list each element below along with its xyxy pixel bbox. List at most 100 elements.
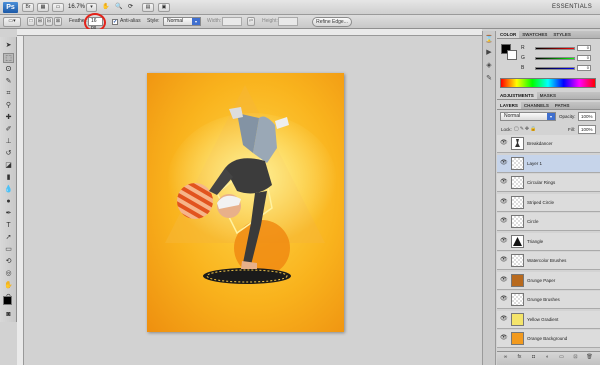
arrange-documents-button[interactable]: ▤ — [142, 3, 154, 12]
tab-masks[interactable]: MASKS — [537, 92, 559, 99]
layer-row[interactable]: 👁 Yellow Gradient — [497, 310, 600, 329]
layer-row[interactable]: 👁 Triangle — [497, 232, 600, 251]
visibility-eye-icon[interactable]: 👁 — [500, 160, 508, 167]
brush-tool-icon[interactable]: ✐ — [3, 125, 14, 135]
zoom-level-button[interactable]: ▭ — [52, 3, 64, 12]
adjustment-layer-icon[interactable]: ◐ — [544, 354, 551, 361]
gradient-tool-icon[interactable]: ▮ — [3, 173, 14, 183]
opacity-input[interactable]: 100% — [578, 112, 596, 121]
actions-panel-icon[interactable]: ▶ — [484, 48, 494, 58]
visibility-eye-icon[interactable]: 👁 — [500, 140, 508, 147]
history-brush-tool-icon[interactable]: ↺ — [3, 149, 14, 159]
anti-alias-checkbox[interactable]: ✓ — [112, 19, 118, 25]
eraser-tool-icon[interactable]: ◪ — [3, 161, 14, 171]
blue-value[interactable]: 0 — [577, 65, 591, 71]
layer-row[interactable]: 👁 Circular Rings — [497, 174, 600, 192]
rotate-view-icon[interactable]: ⟳ — [128, 3, 133, 12]
add-selection-icon[interactable]: ⊞ — [36, 17, 44, 26]
lock-icons[interactable]: ▢✎✥🔒 — [514, 126, 537, 133]
foreground-color-swatch[interactable] — [3, 296, 12, 305]
new-selection-icon[interactable]: □ — [27, 17, 35, 26]
move-tool-icon[interactable]: ➤ — [3, 41, 14, 51]
tab-paths[interactable]: PATHS — [552, 102, 573, 109]
dodge-tool-icon[interactable]: ● — [3, 197, 14, 207]
tab-color[interactable]: COLOR — [497, 31, 520, 38]
3d-orbit-tool-icon[interactable]: ◎ — [3, 269, 14, 279]
layer-row[interactable]: 👁 Grunge Paper — [497, 271, 600, 290]
intersect-selection-icon[interactable]: ⊠ — [54, 17, 62, 26]
view-extras-button[interactable]: ▦ — [37, 3, 49, 12]
fill-input[interactable]: 100% — [578, 125, 596, 134]
3d-rotate-tool-icon[interactable]: ⟲ — [3, 257, 14, 267]
quick-selection-tool-icon[interactable]: ✎ — [3, 77, 14, 87]
blur-tool-icon[interactable]: 💧 — [3, 185, 14, 195]
shape-tool-icon[interactable]: ▭ — [3, 245, 14, 255]
link-layers-icon[interactable]: ∞ — [502, 354, 509, 361]
width-input[interactable] — [222, 17, 242, 26]
healing-brush-tool-icon[interactable]: ✚ — [3, 113, 14, 123]
bridge-button[interactable]: Br — [22, 3, 34, 12]
history-panel-icon[interactable]: ⌛ — [484, 35, 494, 45]
tab-layers[interactable]: LAYERS — [497, 102, 521, 109]
type-tool-icon[interactable]: T — [3, 221, 14, 231]
trash-icon[interactable]: 🗑 — [586, 354, 593, 361]
tab-adjustments[interactable]: ADJUSTMENTS — [497, 92, 537, 99]
zoom-menu-arrow[interactable]: ▾ — [86, 3, 97, 12]
path-selection-tool-icon[interactable]: ➚ — [3, 233, 14, 243]
visibility-eye-icon[interactable]: 👁 — [500, 218, 508, 225]
workspace-switcher[interactable]: ESSENTIALS — [552, 3, 592, 12]
layer-row[interactable]: 👁 Grunge Brushes — [497, 291, 600, 309]
layer-row[interactable]: 👁 Striped Circle — [497, 193, 600, 212]
green-slider[interactable] — [535, 57, 575, 60]
visibility-eye-icon[interactable]: 👁 — [500, 296, 508, 303]
hand-tool-icon[interactable]: ✋ — [102, 3, 109, 12]
tab-styles[interactable]: STYLES — [550, 31, 574, 38]
screen-mode-button[interactable]: ▣ — [158, 3, 170, 12]
tool-preset-picker[interactable]: ▭▾ — [3, 17, 21, 27]
layer-thumbnail — [511, 293, 524, 306]
new-layer-icon[interactable]: ⊡ — [572, 354, 579, 361]
swap-dimensions-icon[interactable]: ⇄ — [247, 17, 255, 26]
height-input[interactable] — [278, 17, 298, 26]
layer-row[interactable]: 👁 Layer 1 — [497, 154, 600, 173]
green-value[interactable]: 0 — [577, 55, 591, 61]
layer-row[interactable]: 👁 Orange Background — [497, 330, 600, 348]
visibility-eye-icon[interactable]: 👁 — [500, 277, 508, 284]
visibility-eye-icon[interactable]: 👁 — [500, 335, 508, 342]
blue-slider[interactable] — [535, 67, 575, 70]
color-ramp[interactable] — [500, 78, 596, 88]
visibility-eye-icon[interactable]: 👁 — [500, 199, 508, 206]
brushes-panel-icon[interactable]: ✎ — [484, 74, 494, 84]
zoom-tool-icon[interactable]: 🔍 — [115, 3, 122, 12]
blend-mode-select[interactable]: Normal ▾ — [500, 112, 556, 121]
layer-row[interactable]: 👁 Breakdancer — [497, 135, 600, 153]
visibility-eye-icon[interactable]: 👁 — [500, 179, 508, 186]
background-color-chip[interactable] — [507, 50, 517, 60]
refine-edge-button[interactable]: Refine Edge... — [312, 17, 352, 27]
crop-tool-icon[interactable]: ⌗ — [3, 89, 14, 99]
clone-stamp-tool-icon[interactable]: ⊥ — [3, 137, 14, 147]
lasso-tool-icon[interactable]: ʘ — [3, 65, 14, 75]
style-select[interactable]: Normal ▾ — [163, 17, 201, 26]
layer-row[interactable]: 👁 Circle — [497, 213, 600, 231]
eyedropper-tool-icon[interactable]: ⚲ — [3, 101, 14, 111]
pen-tool-icon[interactable]: ✒ — [3, 209, 14, 219]
red-slider[interactable] — [535, 47, 575, 50]
subtract-selection-icon[interactable]: ⊟ — [45, 17, 53, 26]
add-mask-icon[interactable]: ◘ — [530, 354, 537, 361]
tab-channels[interactable]: CHANNELS — [521, 102, 552, 109]
layer-style-icon[interactable]: fx — [516, 354, 523, 361]
hand-tool-icon[interactable]: ✋ — [3, 281, 14, 291]
visibility-eye-icon[interactable]: 👁 — [500, 257, 508, 264]
quick-mask-icon[interactable]: ◙ — [3, 310, 14, 320]
marquee-tool-icon[interactable]: ⬚ — [3, 53, 14, 63]
visibility-eye-icon[interactable]: 👁 — [500, 238, 508, 245]
document-canvas[interactable] — [147, 73, 344, 332]
3d-panel-icon[interactable]: ◈ — [484, 61, 494, 71]
tab-swatches[interactable]: SWATCHES — [519, 31, 550, 38]
zoom-level[interactable]: 16.7% — [68, 3, 85, 12]
red-value[interactable]: 0 — [577, 45, 591, 51]
layer-row[interactable]: 👁 Watercolor Brushes — [497, 252, 600, 270]
visibility-eye-icon[interactable]: 👁 — [500, 316, 508, 323]
new-group-icon[interactable]: ▭ — [558, 354, 565, 361]
